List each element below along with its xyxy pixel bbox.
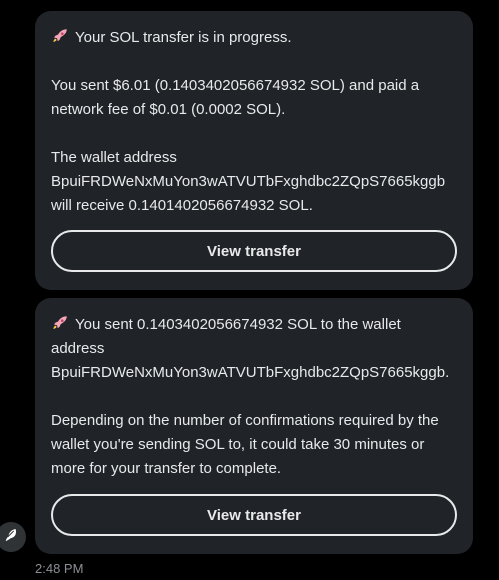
message-line: You sent 0.1403402056674932 SOL to the w… — [51, 313, 457, 337]
message-line: Depending on the number of confirmations… — [51, 412, 439, 429]
view-transfer-button[interactable]: View transfer — [51, 230, 457, 272]
message-line: The wallet address — [51, 149, 177, 166]
wallet-address: BpuiFRDWeNxMuYon3wATVUTbFxghdbc2ZQpS7665… — [51, 173, 446, 190]
rocket-icon — [51, 27, 69, 45]
message-line: Your SOL transfer is in progress. — [51, 26, 457, 50]
chat-view: Your SOL transfer is in progress. You se… — [0, 0, 499, 580]
message-bubble-2: You sent 0.1403402056674932 SOL to the w… — [35, 298, 473, 554]
message-text: Your SOL transfer is in progress. — [75, 29, 292, 46]
message-text: You sent 0.1403402056674932 SOL to the w… — [75, 316, 401, 333]
feather-icon — [3, 527, 19, 548]
wallet-address: BpuiFRDWeNxMuYon3wATVUTbFxghdbc2ZQpS7665… — [51, 364, 450, 381]
message-line: network fee of $0.01 (0.0002 SOL). — [51, 101, 286, 118]
message-line: wallet you're sending SOL to, it could t… — [51, 436, 425, 453]
message-line: will receive 0.1401402056674932 SOL. — [51, 197, 313, 214]
avatar[interactable] — [0, 522, 26, 552]
message-bubble-1: Your SOL transfer is in progress. You se… — [35, 11, 473, 290]
view-transfer-button[interactable]: View transfer — [51, 494, 457, 536]
message-line: You sent $6.01 (0.1403402056674932 SOL) … — [51, 77, 420, 94]
message-line: address — [51, 340, 105, 357]
message-timestamp: 2:48 PM — [35, 561, 84, 576]
message-line: more for your transfer to complete. — [51, 460, 282, 477]
rocket-icon — [51, 314, 69, 332]
